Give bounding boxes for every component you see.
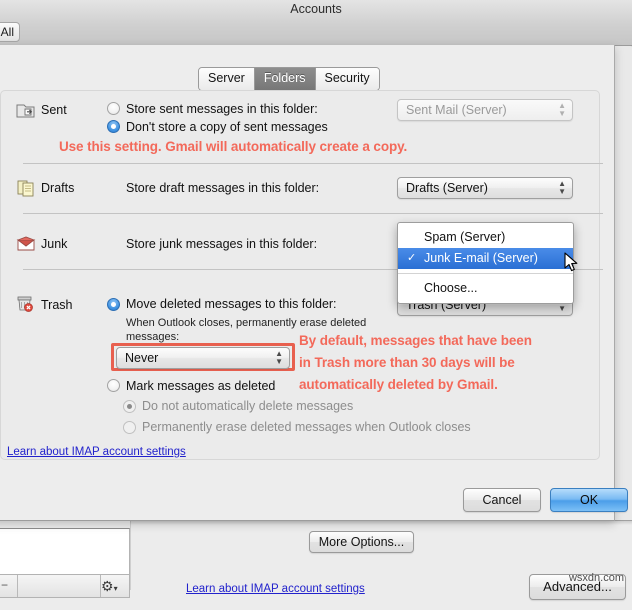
radio-permanently-erase-on-close[interactable]	[123, 421, 136, 434]
label-move-deleted-messages: Move deleted messages to this folder:	[126, 297, 337, 311]
menu-item-junk-email-server[interactable]: ✓ Junk E-mail (Server)	[398, 248, 573, 269]
radio-dont-store-copy[interactable]	[107, 120, 120, 133]
drafts-folder-popup[interactable]: Drafts (Server) ▲ ▼	[397, 177, 573, 199]
annotation-trash-note-line3: automatically deleted by Gmail.	[299, 377, 498, 392]
label-do-not-auto-delete: Do not automatically delete messages	[142, 399, 354, 413]
junk-folder-dropdown-menu[interactable]: Spam (Server) ✓ Junk E-mail (Server) Cho…	[397, 222, 574, 304]
section-label-sent: Sent	[41, 103, 67, 117]
menu-separator	[398, 273, 573, 274]
background-lower-pane: More Options... Learn about IMAP account…	[130, 520, 632, 600]
menu-item-label: Choose...	[424, 281, 478, 295]
ok-button[interactable]: OK	[550, 488, 628, 512]
checkmark-icon: ✓	[407, 252, 417, 264]
section-label-drafts: Drafts	[41, 181, 75, 195]
section-label-junk: Junk	[41, 237, 68, 251]
gear-icon[interactable]: ⚙▾	[101, 577, 118, 598]
sent-folder-popup[interactable]: Sent Mail (Server) ▲ ▼	[397, 99, 573, 121]
remove-account-button[interactable]: −	[1, 578, 8, 592]
chevron-updown-icon: ▲▼	[275, 349, 283, 366]
radio-mark-messages-as-deleted[interactable]	[107, 379, 120, 392]
annotation-trash-note-line1: By default, messages that have been	[299, 333, 532, 348]
chevron-updown-icon: ▲▼	[558, 179, 566, 196]
label-store-draft-messages: Store draft messages in this folder:	[126, 181, 320, 195]
chevron-updown-icon: ▲▼	[558, 101, 566, 118]
trash-icon	[17, 296, 33, 312]
annotation-trash-note-line2: in Trash more than 30 days will be	[299, 355, 515, 370]
erase-frequency-popup[interactable]: Never ▲ ▼	[116, 347, 290, 369]
tab-security[interactable]: Security	[315, 68, 379, 90]
label-permanently-erase-on-close: Permanently erase deleted messages when …	[142, 420, 471, 434]
label-erase-line2: messages:	[126, 331, 180, 343]
erase-frequency-value: Never	[125, 351, 159, 365]
tab-folders[interactable]: Folders	[254, 68, 316, 90]
cancel-button[interactable]: Cancel	[463, 488, 541, 512]
drafts-folder-popup-value: Drafts (Server)	[406, 181, 488, 195]
radio-move-deleted-messages[interactable]	[107, 298, 120, 311]
window-titlebar: Accounts All	[0, 0, 632, 46]
label-store-junk-messages: Store junk messages in this folder:	[126, 237, 318, 251]
label-store-sent-messages: Store sent messages in this folder:	[126, 102, 318, 116]
tab-bar: Server Folders Security	[198, 67, 380, 91]
background-left-footer-bar: − ⚙▾	[0, 574, 130, 598]
divider-sent-drafts	[23, 163, 603, 164]
sent-folder-popup-value: Sent Mail (Server)	[406, 103, 507, 117]
footer-segment	[17, 575, 101, 597]
page-title: Accounts	[290, 2, 342, 16]
drafts-icon	[17, 180, 34, 197]
sent-folder-icon	[16, 104, 35, 118]
show-all-button[interactable]: All	[0, 22, 20, 42]
menu-item-choose[interactable]: Choose...	[398, 278, 573, 299]
menu-item-spam-server[interactable]: Spam (Server)	[398, 227, 573, 248]
annotation-sent-note: Use this setting. Gmail will automatical…	[59, 139, 408, 154]
divider-drafts-junk	[23, 213, 603, 214]
watermark: wsxdn.com	[568, 572, 624, 584]
background-imap-help-link[interactable]: Learn about IMAP account settings	[186, 583, 365, 595]
label-dont-store-copy: Don't store a copy of sent messages	[126, 120, 328, 134]
more-options-button[interactable]: More Options...	[309, 531, 414, 553]
tab-server[interactable]: Server	[199, 68, 255, 90]
label-mark-messages-as-deleted: Mark messages as deleted	[126, 379, 276, 393]
menu-item-label: Junk E-mail (Server)	[424, 251, 538, 265]
junk-envelope-icon	[16, 236, 36, 251]
sheet-imap-help-link[interactable]: Learn about IMAP account settings	[7, 446, 186, 458]
radio-do-not-auto-delete[interactable]	[123, 400, 136, 413]
menu-item-label: Spam (Server)	[424, 230, 506, 244]
section-label-trash: Trash	[41, 298, 73, 312]
radio-store-sent-messages[interactable]	[107, 102, 120, 115]
label-erase-line1: When Outlook closes, permanently erase d…	[126, 317, 367, 329]
